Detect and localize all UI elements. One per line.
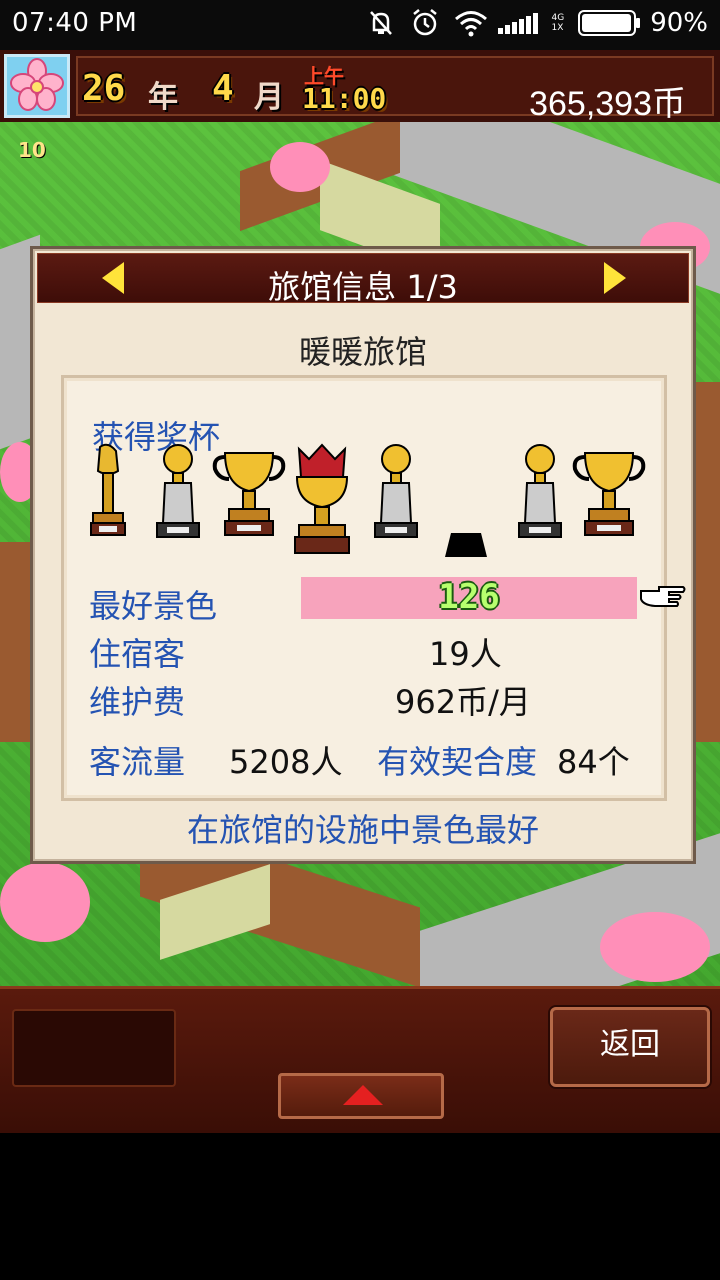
maintenance-label: 维护费 [89,683,186,721]
empty-slot[interactable] [12,1009,176,1087]
bell-trophy-icon [153,443,203,547]
cherry-tree [0,862,90,942]
best-scenery-label: 最好景色 [89,587,218,625]
month-value: 4 [212,68,234,109]
pointing-hand-icon [639,583,687,611]
status-time: 07:40 PM [12,8,138,38]
scenery-footer-note: 在旅馆的设施中景色最好 [186,811,539,849]
clock-time: 11:00 [302,82,387,115]
bottom-bar: 返回 [0,986,720,1133]
inn-info-dialog: 旅馆信息 1/3 暖暖旅馆 获得奖杯 最好景色 126 住宿客 19人 维护费 … [30,246,696,864]
cup-trophy-icon [211,443,287,543]
inn-name: 暖暖旅馆 [298,333,427,371]
cherry-tree [600,912,710,982]
bell-trophy-icon [515,443,565,547]
wifi-icon [454,8,487,38]
bell-trophy-icon [371,443,421,547]
notifications-off-icon [366,8,396,38]
network-type-label: 4G 1X [551,13,565,33]
date-panel: 26 年 4 月 上午 11:00 365,393币 [76,56,714,123]
best-scenery-value: 126 [438,577,500,617]
arrow-up-icon [343,1085,383,1105]
maintenance-value: 962币/月 [395,683,531,721]
expand-menu-button[interactable] [278,1073,444,1119]
money-amount: 365,393币 [529,85,686,123]
year-value: 26 [82,68,126,109]
trophy-silhouette-icon [443,531,489,565]
match-value: 84个 [557,743,630,781]
top-hud: 26 年 4 月 上午 11:00 365,393币 [0,50,720,125]
battery-level [582,14,631,32]
alarm-icon [410,8,440,38]
cherry-tree [270,142,330,192]
sakura-menu-icon[interactable] [4,54,70,118]
next-page-arrow-icon[interactable] [604,262,626,294]
cup-trophy-icon [571,443,647,543]
guests-label: 住宿客 [89,635,186,673]
traffic-label: 客流量 [89,743,186,781]
battery-icon [578,10,641,36]
guests-value: 19人 [429,635,502,673]
signal-icon [497,12,538,34]
status-bar: 07:40 PM 4G 1X 90% [0,0,720,50]
year-unit: 年 [148,80,178,115]
level-badge: 10 [18,138,46,162]
match-label: 有效契合度 [377,743,538,781]
traffic-value: 5208人 [229,743,343,781]
month-unit: 月 [254,80,284,115]
crown-trophy-icon [289,441,355,561]
battery-percent: 90% [650,8,708,38]
dialog-header: 旅馆信息 1/3 [37,253,689,306]
torch-trophy-icon [85,443,131,543]
best-scenery-bar: 126 [301,577,637,619]
back-button[interactable]: 返回 [550,1007,710,1087]
dialog-title: 旅馆信息 1/3 [268,268,458,306]
